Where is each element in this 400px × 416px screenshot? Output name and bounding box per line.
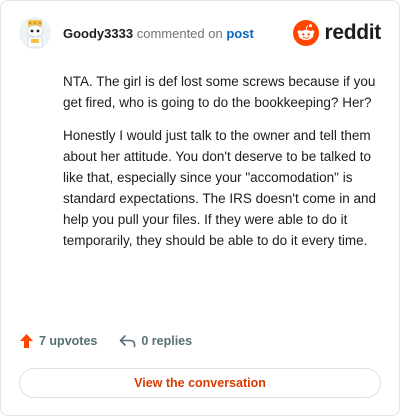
comment-card: Goody3333 commented on post reddit NTA. … — [0, 0, 400, 416]
comment-meta: Goody3333 commented on post — [63, 26, 254, 41]
comment-body: NTA. The girl is def lost some screws be… — [63, 71, 385, 263]
reply-button[interactable]: 0 replies — [119, 334, 192, 348]
reddit-brand[interactable]: reddit — [293, 19, 381, 47]
snoo-avatar-icon — [19, 17, 51, 49]
comment-actions: 7 upvotes 0 replies — [19, 333, 192, 349]
reply-count: 0 replies — [141, 334, 193, 348]
upvote-count: 7 upvotes — [39, 334, 98, 348]
upvote-arrow-icon — [20, 334, 33, 348]
username[interactable]: Goody3333 — [63, 26, 133, 41]
reply-arrow-icon — [120, 335, 136, 348]
comment-paragraph: Honestly I would just talk to the owner … — [63, 128, 377, 248]
upvote-button[interactable]: 7 upvotes — [19, 333, 97, 349]
comment-header: Goody3333 commented on post reddit — [19, 17, 381, 51]
reddit-logo-icon — [293, 20, 320, 46]
user-avatar[interactable] — [19, 17, 51, 49]
reddit-wordmark: reddit — [324, 21, 381, 44]
view-conversation-button[interactable]: View the conversation — [19, 368, 381, 398]
commented-text: commented on — [136, 26, 223, 41]
post-link[interactable]: post — [226, 26, 253, 41]
comment-paragraph: NTA. The girl is def lost some screws be… — [63, 74, 376, 110]
